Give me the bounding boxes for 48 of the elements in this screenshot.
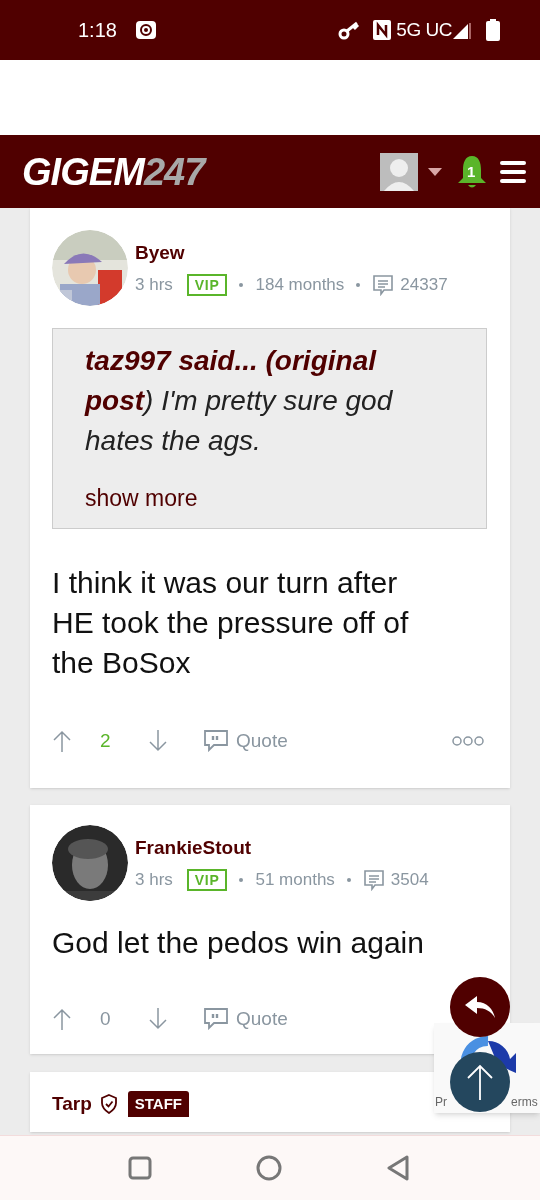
home-icon[interactable] xyxy=(256,1155,282,1181)
upvote-icon[interactable] xyxy=(52,729,72,752)
battery-icon xyxy=(486,19,500,41)
show-more-link[interactable]: show more xyxy=(85,481,198,516)
vip-badge: VIP xyxy=(186,868,228,891)
member-tenure: 51 months xyxy=(255,869,335,891)
clock: 1:18 xyxy=(78,18,117,43)
comment-icon xyxy=(372,273,395,296)
caret-icon[interactable] xyxy=(428,167,442,176)
notification-count: 1 xyxy=(467,161,476,182)
post-time: 3 hrs xyxy=(135,274,173,296)
back-icon[interactable] xyxy=(386,1155,410,1181)
reply-arrow-icon xyxy=(465,996,495,1018)
author-name[interactable]: Byew xyxy=(135,238,448,267)
post-body: I think it was our turn after HE took the pressure off of the BoSox xyxy=(52,564,410,681)
author-name[interactable]: Tarp xyxy=(52,1089,92,1118)
post-count: 24337 xyxy=(400,274,448,296)
shield-icon xyxy=(99,1093,118,1114)
network-label: 5G UC xyxy=(396,17,452,42)
author-name[interactable]: FrankieStout xyxy=(135,833,429,862)
downvote-icon[interactable] xyxy=(148,729,168,752)
menu-icon[interactable] xyxy=(500,160,526,183)
user-avatar[interactable] xyxy=(380,152,418,191)
post-count: 3504 xyxy=(390,869,429,891)
vip-badge: VIP xyxy=(186,273,228,296)
post-time: 3 hrs xyxy=(135,869,173,891)
site-logo[interactable]: GIGEM247 xyxy=(22,152,205,191)
quote-icon xyxy=(204,1008,228,1031)
vote-score: 2 xyxy=(100,728,112,753)
more-options-icon[interactable] xyxy=(452,735,484,746)
signal-icon xyxy=(452,20,472,40)
recents-icon[interactable] xyxy=(128,1156,152,1180)
downvote-icon[interactable] xyxy=(148,1008,168,1031)
screen-record-icon xyxy=(134,20,157,40)
upvote-icon[interactable] xyxy=(52,1008,72,1031)
key-icon xyxy=(338,20,361,40)
member-tenure: 184 months xyxy=(255,274,345,296)
nfc-icon xyxy=(372,19,393,41)
bell-icon[interactable] xyxy=(456,153,488,190)
quote-icon xyxy=(204,729,228,752)
up-arrow-icon xyxy=(467,1064,493,1100)
staff-badge: STAFF xyxy=(127,1090,189,1117)
recaptcha-link[interactable]: Pr xyxy=(435,1093,447,1111)
recaptcha-link[interactable]: erms xyxy=(511,1093,538,1111)
quoted-text: taz997 said... (original post) I'm pretty sure god hates the ags. xyxy=(85,344,394,458)
comment-icon xyxy=(362,868,385,891)
vote-score: 0 xyxy=(100,1007,112,1031)
post-body: God let the pedos win again xyxy=(52,925,425,961)
